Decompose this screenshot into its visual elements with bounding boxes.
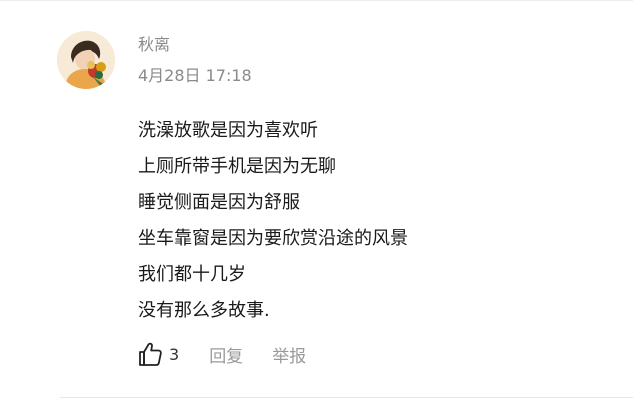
comment-line: 我们都十几岁 xyxy=(138,264,246,285)
reply-link[interactable]: 回复 xyxy=(209,342,243,367)
username[interactable]: 秋离 xyxy=(138,35,170,55)
comment-timestamp: 4月28日 17:18 xyxy=(138,66,252,85)
top-divider xyxy=(0,0,633,1)
like-count: 3 xyxy=(169,344,180,364)
bottom-divider xyxy=(60,397,633,398)
comment-line: 睡觉侧面是因为舒服 xyxy=(138,192,300,213)
comment-line: 洗澡放歌是因为喜欢听 xyxy=(138,120,318,141)
comment-body: 洗澡放歌是因为喜欢听 上厕所带手机是因为无聊 睡觉侧面是因为舒服 坐车靠窗是因为… xyxy=(138,113,618,329)
comment-line: 上厕所带手机是因为无聊 xyxy=(138,156,336,177)
like-button[interactable]: 3 xyxy=(137,341,179,367)
report-link[interactable]: 举报 xyxy=(272,342,306,367)
comment-line: 坐车靠窗是因为要欣赏沿途的风景 xyxy=(138,228,408,249)
avatar[interactable] xyxy=(57,31,115,89)
user-avatar-icon xyxy=(57,31,115,89)
comment-line: 没有那么多故事. xyxy=(138,300,270,321)
thumbs-up-icon xyxy=(139,342,162,366)
comment-page: 秋离 4月28日 17:18 洗澡放歌是因为喜欢听 上厕所带手机是因为无聊 睡觉… xyxy=(0,0,633,400)
comment-actions: 3 回复 举报 xyxy=(137,339,306,369)
